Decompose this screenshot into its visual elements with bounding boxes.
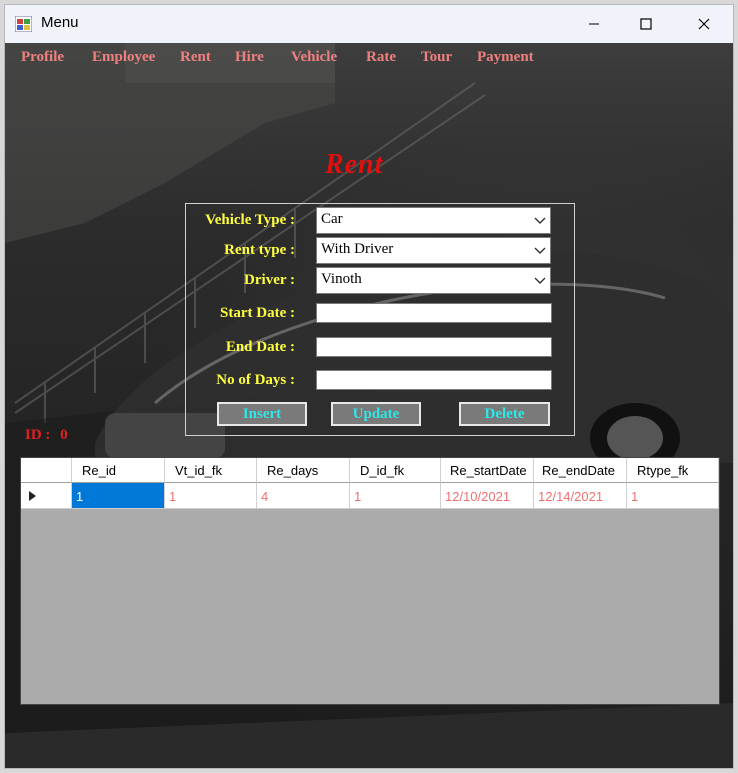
minimize-button[interactable] [571,5,617,43]
table-cell[interactable]: 1 [627,483,719,509]
rent-data-grid[interactable]: Re_id Vt_id_fk Re_days D_id_fk Re_startD… [20,457,720,705]
menu-employee[interactable]: Employee [92,49,155,66]
menu-vehicle[interactable]: Vehicle [291,49,337,66]
driver-select[interactable]: Vinoth [316,267,551,294]
driver-label: Driver : [244,272,295,288]
menu-tour[interactable]: Tour [421,49,452,66]
rent-type-label: Rent type : [224,242,295,258]
id-label: ID : [25,427,51,443]
row-header-corner [21,458,72,483]
current-row-arrow-icon [29,491,36,501]
column-header[interactable]: Re_endDate [534,458,627,483]
delete-button[interactable]: Delete [459,402,550,426]
maximize-icon [640,18,652,30]
title-bar: Menu [5,5,733,43]
table-cell[interactable]: 12/14/2021 [534,483,627,509]
table-cell[interactable]: 4 [257,483,350,509]
column-header[interactable]: D_id_fk [350,458,441,483]
close-icon [698,18,710,30]
menu-hire[interactable]: Hire [235,49,264,66]
driver-value: Vinoth [321,271,362,287]
minimize-icon [589,23,599,25]
update-button[interactable]: Update [331,402,421,426]
column-header[interactable]: Re_days [257,458,350,483]
chevron-down-icon [534,277,546,284]
vehicle-type-label: Vehicle Type : [205,212,295,228]
menu-bar: Profile Employee Rent Hire Vehicle Rate … [5,43,733,77]
start-date-input[interactable] [316,303,552,323]
vehicle-type-value: Car [321,211,343,227]
column-header[interactable]: Vt_id_fk [165,458,257,483]
chevron-down-icon [534,217,546,224]
insert-button[interactable]: Insert [217,402,307,426]
row-header[interactable] [21,483,72,509]
column-header[interactable]: Re_id [72,458,165,483]
app-window: Menu Profile Employee Rent Hire Vehicle … [4,4,734,769]
table-cell[interactable]: 12/10/2021 [441,483,534,509]
maximize-button[interactable] [623,5,669,43]
menu-payment[interactable]: Payment [477,49,534,66]
close-button[interactable] [681,5,727,43]
no-of-days-input[interactable] [316,370,552,390]
menu-rate[interactable]: Rate [366,49,396,66]
menu-rent[interactable]: Rent [180,49,211,66]
id-display: ID : 0 [25,427,68,444]
start-date-label: Start Date : [220,305,295,321]
client-area: Profile Employee Rent Hire Vehicle Rate … [5,43,733,768]
vehicle-type-select[interactable]: Car [316,207,551,234]
table-cell[interactable]: 1 [165,483,257,509]
menu-profile[interactable]: Profile [21,49,64,66]
column-header[interactable]: Re_startDate [441,458,534,483]
column-header[interactable]: Rtype_fk [627,458,719,483]
page-title: Rent [325,149,384,180]
table-cell[interactable]: 1 [350,483,441,509]
window-title: Menu [41,14,79,31]
app-icon [15,16,32,32]
chevron-down-icon [534,247,546,254]
id-value: 0 [60,427,68,443]
table-cell[interactable]: 1 [72,483,165,509]
end-date-label: End Date : [225,339,295,355]
rent-type-select[interactable]: With Driver [316,237,551,264]
end-date-input[interactable] [316,337,552,357]
rent-type-value: With Driver [321,241,394,257]
no-of-days-label: No of Days : [216,372,295,388]
